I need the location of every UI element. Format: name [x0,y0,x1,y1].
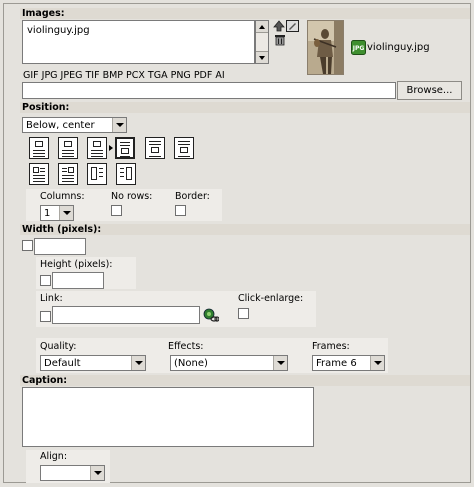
caption-textarea[interactable] [22,387,314,447]
height-checkbox[interactable] [40,275,51,286]
trash-icon[interactable] [274,34,286,46]
link-label: Link: [40,293,63,304]
link-chain-icon[interactable] [203,307,220,323]
effects-label: Effects: [168,341,204,352]
position-select[interactable]: Below, center [22,117,127,133]
arrow-up-icon[interactable] [273,20,285,32]
position-option-9[interactable] [87,163,107,185]
jpg-file-icon: JPG [351,40,366,55]
dropdown-arrow-icon [131,356,145,370]
dropdown-arrow-icon [370,356,384,370]
columns-label: Columns: [40,191,85,202]
align-select[interactable] [40,465,105,481]
scroll-up-arrow-icon[interactable] [256,21,268,33]
position-option-1[interactable] [29,137,49,159]
image-file-item[interactable]: violinguy.jpg [27,25,90,36]
caption-section-header: Caption: [20,375,470,386]
link-input[interactable] [52,306,200,324]
position-option-8[interactable] [58,163,78,185]
position-option-3[interactable] [87,137,107,159]
width-section-header: Width (pixels): [20,224,470,235]
width-input[interactable] [34,238,86,255]
edit-icon[interactable] [286,20,299,32]
browse-button[interactable]: Browse... [397,81,462,100]
dropdown-arrow-icon [112,118,126,132]
frames-label: Frames: [312,341,350,352]
align-label: Align: [40,451,68,462]
svg-text:JPG: JPG [352,45,365,52]
supported-file-types: GIF JPG JPEG TIF BMP PCX TGA PNG PDF AI [23,70,225,81]
effects-select[interactable]: (None) [170,355,288,371]
position-option-6[interactable] [174,137,194,159]
position-option-10[interactable] [116,163,136,185]
thumbnail-filename: violinguy.jpg [367,42,430,53]
position-option-2[interactable] [58,137,78,159]
image-file-list[interactable]: violinguy.jpg [22,20,255,64]
dropdown-arrow-icon [273,356,287,370]
columns-select[interactable]: 1 [40,205,74,221]
no-rows-checkbox[interactable] [111,205,122,216]
dropdown-arrow-icon [90,466,104,480]
quality-select[interactable]: Default [40,355,146,371]
file-list-scrollbar[interactable] [255,20,269,64]
border-label: Border: [175,191,210,202]
height-label: Height (pixels): [40,259,113,270]
position-option-5[interactable] [145,137,165,159]
position-option-7[interactable] [29,163,49,185]
images-section-header: Images: [20,8,470,19]
selected-position-marker-icon [109,145,113,151]
position-option-4[interactable] [115,137,135,159]
border-checkbox[interactable] [175,205,186,216]
dropdown-arrow-icon [59,206,73,220]
frames-select[interactable]: Frame 6 [312,355,385,371]
image-thumbnail[interactable] [307,20,344,75]
quality-label: Quality: [40,341,77,352]
width-checkbox[interactable] [22,240,33,251]
height-input[interactable] [52,272,104,289]
scroll-down-arrow-icon[interactable] [256,51,268,63]
no-rows-label: No rows: [111,191,153,202]
click-enlarge-label: Click-enlarge: [238,293,304,304]
upload-path-input[interactable] [22,82,396,99]
position-section-header: Position: [20,102,470,113]
link-checkbox[interactable] [40,311,51,322]
click-enlarge-checkbox[interactable] [238,308,249,319]
